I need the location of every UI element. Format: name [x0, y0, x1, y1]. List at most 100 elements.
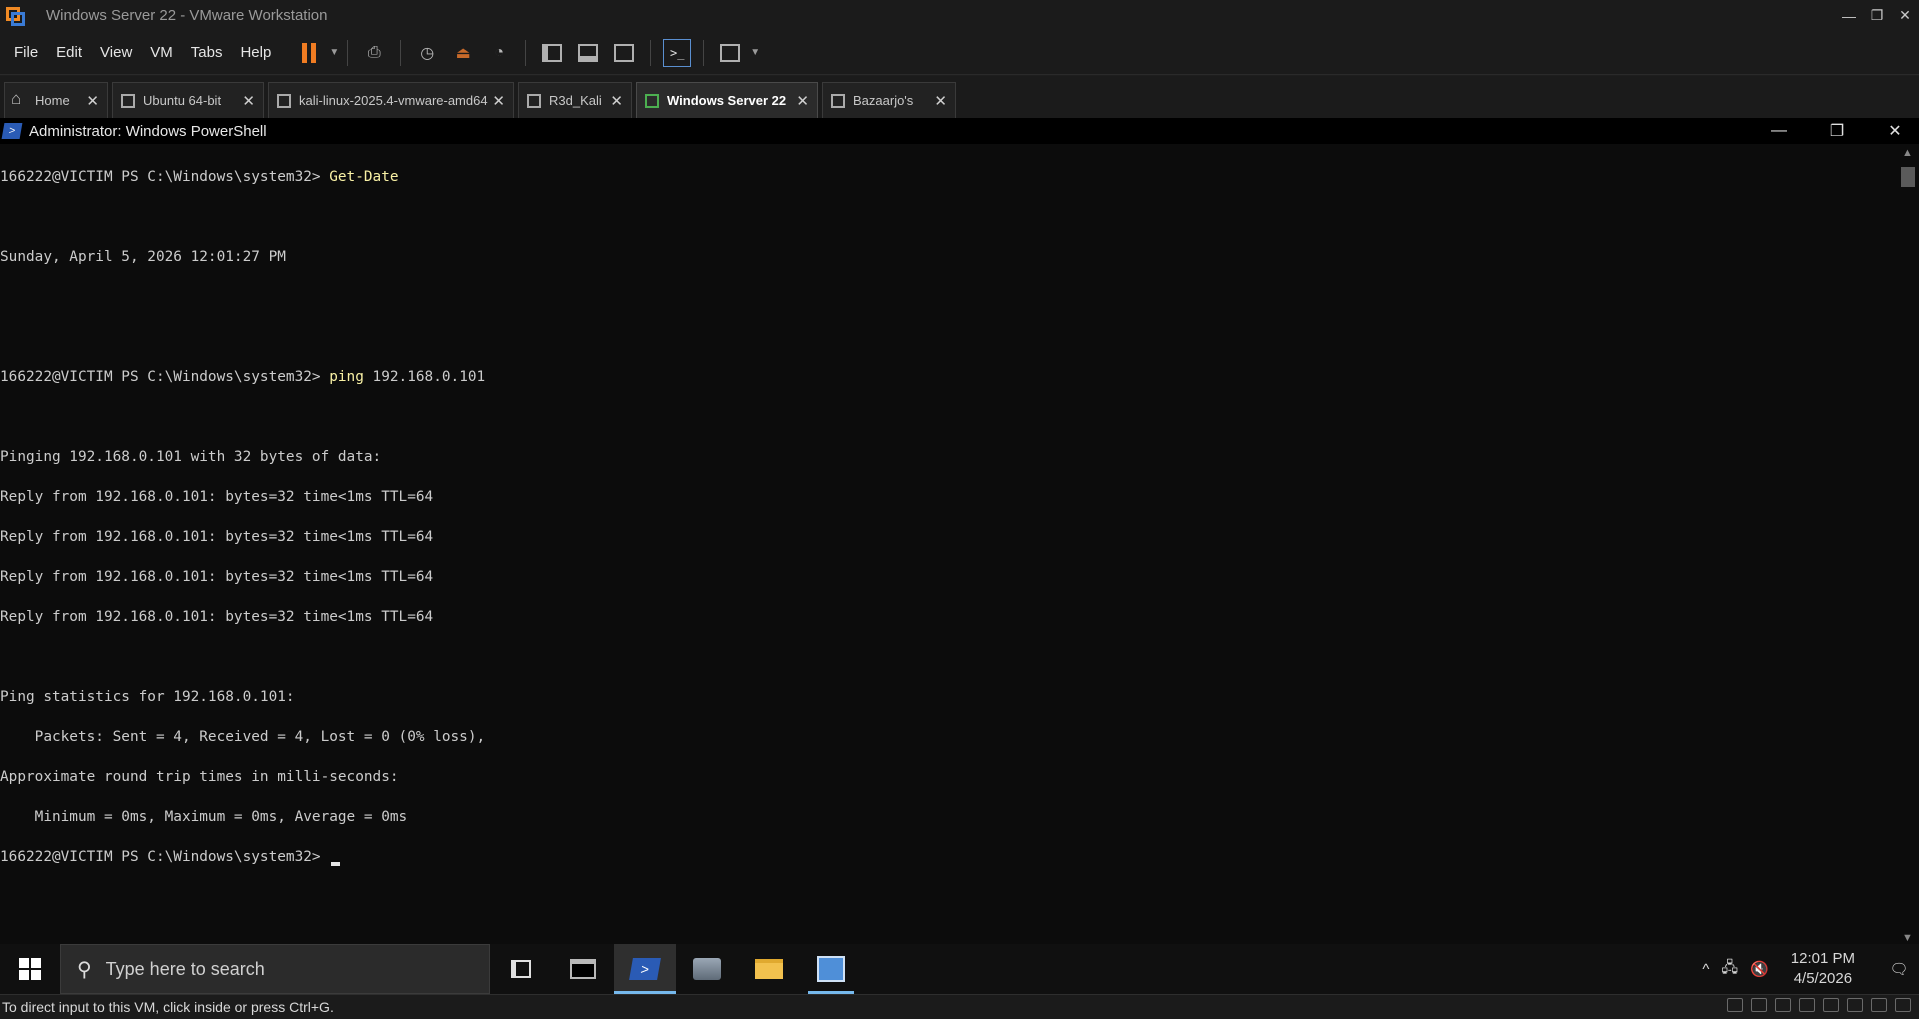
command: Get-Date — [329, 169, 399, 185]
menu-edit[interactable]: Edit — [47, 44, 91, 61]
task-view-icon — [511, 960, 531, 978]
thumbnail-icon — [578, 43, 599, 62]
output-text: Approximate round trip times in milli-se… — [0, 769, 399, 785]
tab-label: Windows Server 22 — [667, 93, 787, 108]
scroll-up-icon[interactable]: ▲ — [1902, 147, 1913, 159]
action-center-button[interactable]: 🗨 — [1879, 960, 1919, 978]
show-hidden-icons-chevron-icon[interactable]: ^ — [1702, 961, 1709, 978]
cd-dvd-icon[interactable] — [1751, 998, 1767, 1012]
taskbar-app-network[interactable] — [800, 944, 862, 994]
sound-card-icon[interactable] — [1847, 998, 1863, 1012]
clock-date: 4/5/2026 — [1793, 970, 1853, 987]
taskbar-app-cmd[interactable] — [552, 944, 614, 994]
tab-close-icon[interactable]: ✕ — [492, 92, 505, 110]
vmware-status-bar: To direct input to this VM, click inside… — [0, 994, 1919, 1019]
ps-close-button[interactable]: ✕ — [1881, 121, 1909, 141]
tab-bazaarjos[interactable]: Bazaarjo's ✕ — [822, 82, 956, 118]
notification-icon: 🗨 — [1889, 961, 1909, 978]
windows-logo-icon — [19, 958, 41, 980]
vmware-titlebar: Windows Server 22 - VMware Workstation —… — [0, 0, 1919, 31]
menu-help[interactable]: Help — [231, 44, 280, 61]
menu-file[interactable]: File — [5, 44, 47, 61]
powershell-titlebar[interactable]: > Administrator: Windows PowerShell — ❐ … — [0, 118, 1919, 144]
terminal-line: Reply from 192.168.0.101: bytes=32 time<… — [0, 527, 1896, 547]
pause-vm-button[interactable] — [294, 38, 324, 68]
taskbar-app-server-manager[interactable] — [676, 944, 738, 994]
task-view-button[interactable] — [490, 944, 552, 994]
menu-tabs[interactable]: Tabs — [182, 44, 232, 61]
server-manager-icon — [693, 958, 721, 980]
output-text: Reply from 192.168.0.101: bytes=32 time<… — [0, 569, 434, 585]
library-icon — [542, 43, 563, 62]
start-button[interactable] — [0, 944, 60, 994]
tab-kali-linux[interactable]: kali-linux-2025.4-vmware-amd64 ✕ — [268, 82, 514, 118]
send-ctrl-alt-del-button[interactable]: ⎙ — [359, 38, 389, 68]
tab-close-icon[interactable]: ✕ — [242, 92, 255, 110]
hard-disk-icon[interactable] — [1727, 998, 1743, 1012]
ps-minimize-button[interactable]: — — [1765, 122, 1793, 140]
search-icon: ⚲ — [77, 958, 92, 981]
tab-home[interactable]: Home ✕ — [4, 82, 108, 118]
output-text: Reply from 192.168.0.101: bytes=32 time<… — [0, 529, 434, 545]
search-input[interactable] — [105, 958, 426, 980]
menu-vm[interactable]: VM — [141, 44, 182, 61]
output-text: Packets: Sent = 4, Received = 4, Lost = … — [0, 729, 486, 745]
tab-label: Ubuntu 64-bit — [143, 93, 222, 108]
network-adapter-icon[interactable] — [1775, 998, 1791, 1012]
output-text: Ping statistics for 192.168.0.101: — [0, 689, 295, 705]
vmware-logo-icon — [4, 5, 26, 27]
show-library-button[interactable] — [537, 38, 567, 68]
close-button[interactable]: ✕ — [1891, 0, 1919, 31]
terminal-output[interactable]: 166222@VICTIM PS C:\Windows\system32> Ge… — [0, 147, 1896, 944]
message-log-icon[interactable] — [1895, 998, 1911, 1012]
ps-maximize-button[interactable]: ❐ — [1823, 121, 1851, 141]
home-icon — [11, 89, 27, 109]
tab-close-icon[interactable]: ✕ — [934, 92, 947, 110]
system-clock[interactable]: 12:01 PM 4/5/2026 — [1785, 949, 1861, 989]
printer-icon[interactable] — [1823, 998, 1839, 1012]
powershell-window[interactable]: > Administrator: Windows PowerShell — ❐ … — [0, 118, 1919, 944]
terminal-line: Ping statistics for 192.168.0.101: — [0, 687, 1896, 707]
terminal-line: Reply from 192.168.0.101: bytes=32 time<… — [0, 487, 1896, 507]
revert-snapshot-button[interactable]: ⏏ — [448, 38, 478, 68]
usb-icon[interactable] — [1871, 998, 1887, 1012]
full-screen-button[interactable] — [609, 38, 639, 68]
taskbar-app-powershell[interactable]: > — [614, 944, 676, 994]
tab-r3d-kali[interactable]: R3d_Kali ✕ — [518, 82, 632, 118]
volume-muted-icon[interactable]: 🔇 — [1750, 960, 1769, 978]
scroll-down-icon[interactable]: ▼ — [1902, 932, 1913, 944]
stretch-dropdown-icon[interactable]: ▼ — [750, 47, 760, 58]
network-icon[interactable]: 🖧 — [1721, 957, 1738, 982]
taskbar-app-file-explorer[interactable] — [738, 944, 800, 994]
tab-close-icon[interactable]: ✕ — [86, 92, 99, 110]
snapshot-manager-button[interactable]: ◔ — [484, 38, 514, 68]
power-dropdown-icon[interactable]: ▼ — [329, 47, 339, 58]
snapshot-button[interactable]: ◷ — [412, 38, 442, 68]
scroll-thumb[interactable] — [1901, 167, 1915, 187]
network-adapter-2-icon[interactable] — [1799, 998, 1815, 1012]
clock-time: 12:01 PM — [1790, 950, 1855, 967]
snapshot-icon: ◷ — [420, 44, 435, 62]
minimize-button[interactable]: — — [1835, 0, 1863, 31]
tab-close-icon[interactable]: ✕ — [610, 92, 623, 110]
tab-close-icon[interactable]: ✕ — [796, 92, 809, 110]
maximize-button[interactable]: ❐ — [1863, 0, 1891, 31]
terminal-scrollbar[interactable]: ▲ ▼ — [1897, 147, 1919, 944]
date-output: Sunday, April 5, 2026 12:01:27 PM — [0, 249, 286, 265]
console-view-button[interactable]: >_ — [662, 38, 692, 68]
tab-windows-server-22[interactable]: Windows Server 22 ✕ — [636, 82, 818, 118]
show-thumbnail-bar-button[interactable] — [573, 38, 603, 68]
menu-view[interactable]: View — [91, 44, 141, 61]
terminal-line: 166222@VICTIM PS C:\Windows\system32> Ge… — [0, 167, 1896, 187]
tab-ubuntu[interactable]: Ubuntu 64-bit ✕ — [112, 82, 264, 118]
taskbar-search[interactable]: ⚲ — [60, 944, 490, 994]
pause-icon — [302, 42, 317, 63]
windows-taskbar: ⚲ > ^ 🖧 🔇 12:01 PM 4/5/2026 🗨 — [0, 944, 1919, 994]
stretch-guest-button[interactable] — [715, 38, 745, 68]
text-cursor — [331, 862, 341, 866]
folder-icon — [755, 959, 783, 979]
tab-label: R3d_Kali — [549, 93, 602, 108]
